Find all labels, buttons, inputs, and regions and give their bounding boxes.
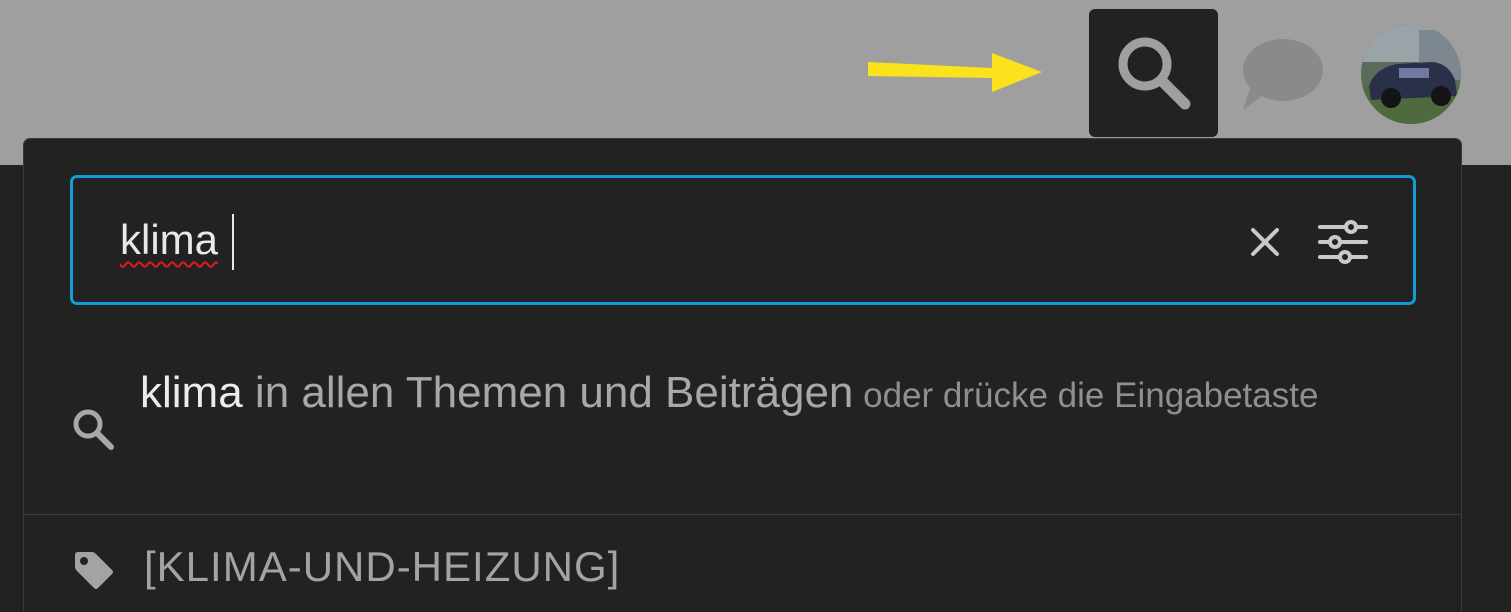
page: klima klima in allen Themen und Beiträge…: [0, 0, 1511, 612]
search-menu-panel: klima klima in allen Themen und Beiträge…: [23, 138, 1462, 612]
sliders-icon[interactable]: [1317, 218, 1369, 266]
avatar[interactable]: [1361, 24, 1461, 124]
annotation-arrow-right: [868, 53, 1042, 92]
search-icon: [1118, 37, 1190, 110]
search-suggestion-text[interactable]: klima in allen Themen und Beiträgen oder…: [140, 361, 1340, 435]
tag-result-label[interactable]: [KLIMA-UND-HEIZUNG]: [144, 541, 620, 593]
search-toggle-button[interactable]: [1089, 9, 1218, 137]
text-caret: [232, 214, 234, 270]
avatar-image: [1361, 24, 1461, 124]
suggestion-term: klima: [140, 368, 243, 417]
search-input-value[interactable]: klima: [120, 214, 218, 266]
search-icon: [73, 409, 114, 450]
suggestion-hint: oder drücke die Eingabetaste: [853, 376, 1319, 415]
search-input[interactable]: klima: [70, 175, 1416, 305]
chat-bubble-icon[interactable]: [1237, 36, 1327, 112]
tag-icon: [75, 552, 113, 589]
close-icon[interactable]: [1245, 222, 1285, 262]
suggestion-scope: in allen Themen und Beiträgen: [242, 368, 854, 417]
